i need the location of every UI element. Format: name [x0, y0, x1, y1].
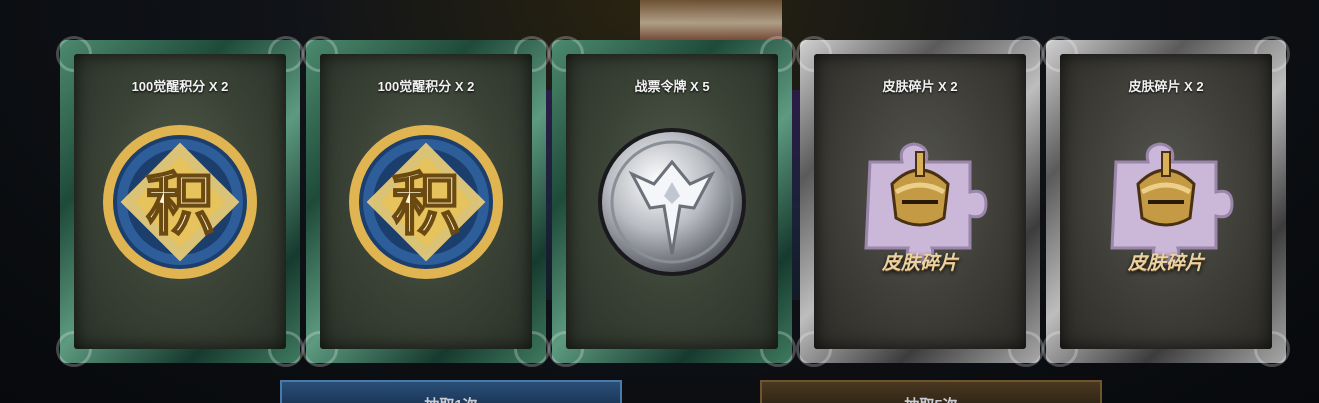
card-inner: 100觉醒积分 X 2 积	[74, 54, 286, 349]
draw-once-button[interactable]: 抽取1次	[280, 380, 622, 403]
reward-title: 100觉醒积分 X 2	[131, 79, 229, 94]
reward-card-points-1: 100觉醒积分 X 2 积	[56, 36, 304, 367]
reward-card-battle-token: 战票令牌 X 5	[548, 36, 796, 367]
reward-title: 皮肤碎片 X 2	[1128, 79, 1204, 94]
draw-five-button[interactable]: 抽取5次	[760, 380, 1102, 403]
points-coin-icon: 积	[100, 122, 260, 282]
points-coin-icon: 积	[346, 122, 506, 282]
reward-card-skin-fragment-1: 皮肤碎片 X 2 皮肤碎片	[796, 36, 1044, 367]
card-inner: 战票令牌 X 5	[566, 54, 778, 349]
battle-token-icon	[592, 122, 752, 282]
svg-text:积: 积	[146, 166, 214, 245]
reward-card-skin-fragment-2: 皮肤碎片 X 2 皮肤碎片	[1042, 36, 1290, 367]
svg-text:积: 积	[392, 166, 460, 245]
card-inner: 皮肤碎片 X 2 皮肤碎片	[1060, 54, 1272, 349]
reward-title: 100觉醒积分 X 2	[377, 79, 475, 94]
fragment-caption: 皮肤碎片	[1127, 253, 1204, 274]
card-inner: 100觉醒积分 X 2 积	[320, 54, 532, 349]
card-inner: 皮肤碎片 X 2 皮肤碎片	[814, 54, 1026, 349]
reward-title: 战票令牌 X 5	[634, 79, 710, 94]
reward-card-points-2: 100觉醒积分 X 2 积	[302, 36, 550, 367]
reward-title: 皮肤碎片 X 2	[882, 79, 958, 94]
reward-screen: 100觉醒积分 X 2 积 100觉醒积分 X 2 积 战票令牌 X 5 皮肤碎…	[0, 0, 1319, 403]
fragment-caption: 皮肤碎片	[881, 253, 958, 274]
